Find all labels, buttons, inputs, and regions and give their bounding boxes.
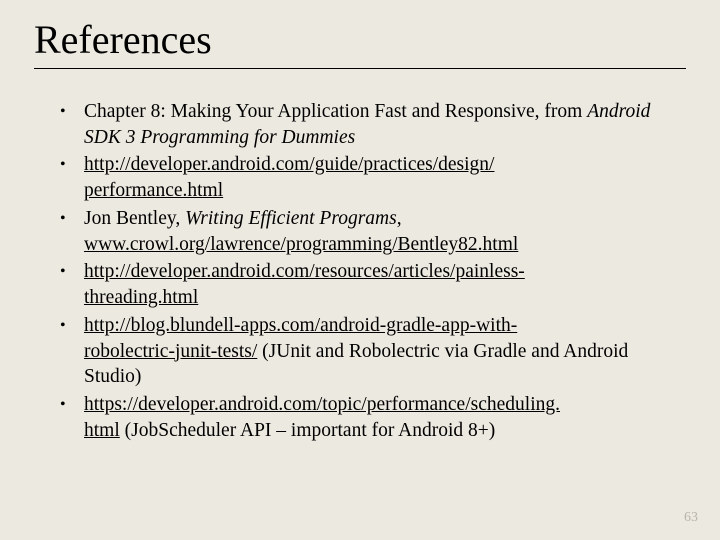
ref-link[interactable]: www.crowl.org/lawrence/programming/Bentl… (84, 234, 518, 255)
slide-title: References (34, 18, 686, 62)
ref-link[interactable]: http://blog.blundell-apps.com/android-gr… (84, 315, 517, 336)
reference-item: http://blog.blundell-apps.com/android-gr… (58, 313, 686, 390)
ref-text: (JobScheduler API – important for Androi… (120, 420, 496, 441)
ref-link[interactable]: threading.html (84, 287, 198, 308)
ref-text: , (397, 208, 402, 229)
ref-link[interactable]: performance.html (84, 180, 223, 201)
ref-text: Chapter 8: Making Your Application Fast … (84, 101, 587, 122)
title-rule (34, 68, 686, 69)
reference-item: http://developer.android.com/resources/a… (58, 259, 686, 310)
page-number: 63 (684, 510, 698, 526)
reference-list: Chapter 8: Making Your Application Fast … (34, 99, 686, 444)
slide: References Chapter 8: Making Your Applic… (0, 0, 720, 540)
reference-item: https://developer.android.com/topic/perf… (58, 392, 686, 443)
reference-item: http://developer.android.com/guide/pract… (58, 152, 686, 203)
ref-link[interactable]: https://developer.android.com/topic/perf… (84, 394, 560, 415)
reference-item: Jon Bentley, Writing Efficient Programs,… (58, 206, 686, 257)
ref-link[interactable]: robolectric-junit-tests/ (84, 341, 257, 362)
ref-link[interactable]: html (84, 420, 120, 441)
ref-link[interactable]: http://developer.android.com/guide/pract… (84, 154, 494, 175)
ref-link[interactable]: http://developer.android.com/resources/a… (84, 261, 525, 282)
ref-text: Jon Bentley, (84, 208, 185, 229)
ref-book-title: Writing Efficient Programs (185, 208, 397, 229)
reference-item: Chapter 8: Making Your Application Fast … (58, 99, 686, 150)
